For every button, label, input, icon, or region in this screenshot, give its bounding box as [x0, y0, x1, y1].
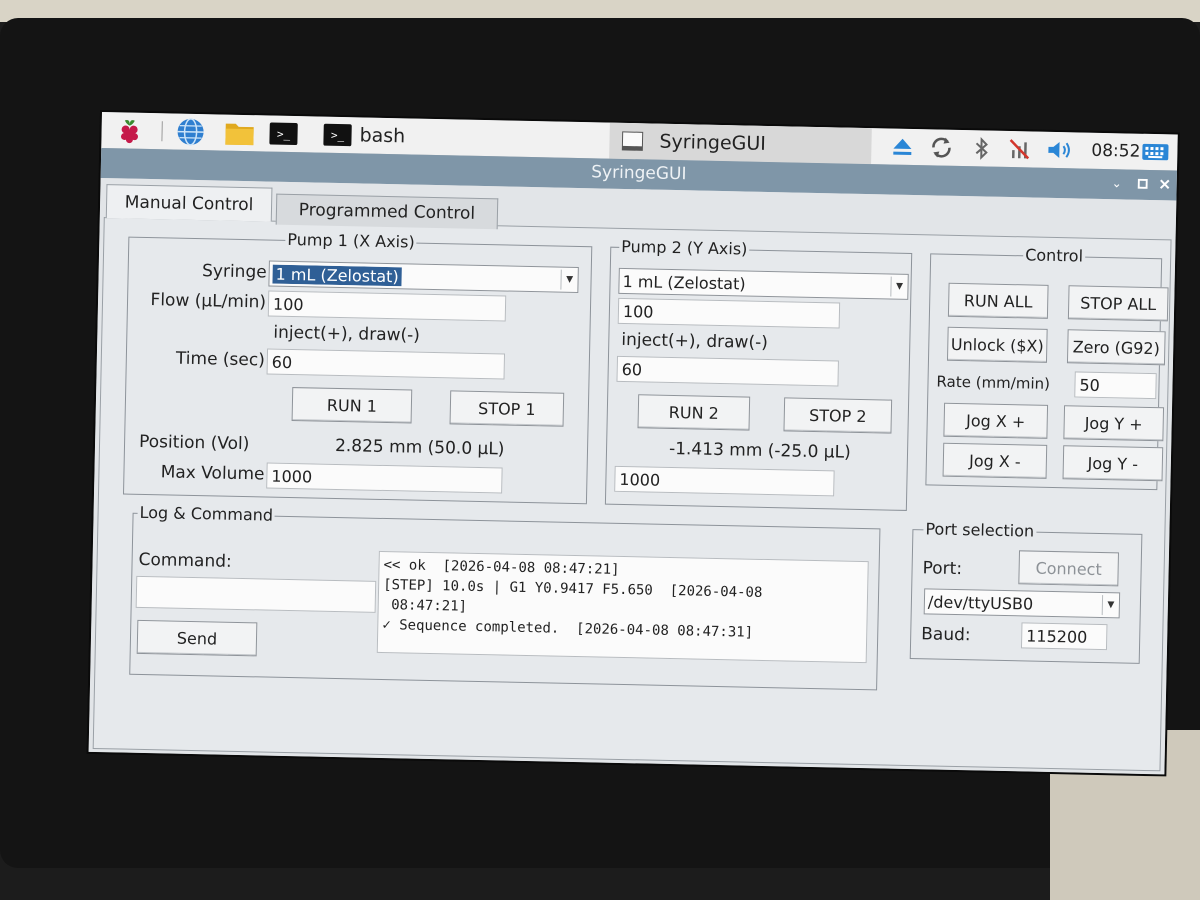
- terminal-icon[interactable]: >_: [269, 120, 298, 149]
- jog-y-minus-button[interactable]: Jog Y -: [1062, 445, 1164, 482]
- clock[interactable]: 08:52: [1091, 137, 1141, 166]
- port-selection-title: Port selection: [923, 519, 1037, 541]
- run1-button[interactable]: RUN 1: [291, 387, 413, 424]
- run2-button[interactable]: RUN 2: [637, 394, 751, 431]
- log-command-group: Log & Command Command: Send << ok [2026-…: [129, 502, 881, 691]
- zero-button[interactable]: Zero (G92): [1066, 329, 1166, 366]
- jog-x-plus-button[interactable]: Jog X +: [943, 402, 1049, 439]
- web-browser-icon[interactable]: [175, 118, 206, 147]
- window-client: Pump 1 (X Axis) Syringe 1 mL (Zelostat) …: [88, 177, 1177, 775]
- log-output[interactable]: << ok [2026-04-08 08:47:21] [STEP] 10.0s…: [376, 550, 869, 664]
- file-manager-icon[interactable]: [223, 119, 256, 148]
- close-icon[interactable]: [1157, 176, 1173, 192]
- pump2-hint: inject(+), draw(-): [621, 329, 769, 353]
- clock-label: 08:52: [1091, 140, 1141, 162]
- pump1-flow-label: Flow (µL/min): [150, 290, 267, 313]
- stop-all-button[interactable]: STOP ALL: [1067, 285, 1169, 322]
- maximize-icon[interactable]: [1135, 176, 1151, 192]
- pump1-maxvol-input[interactable]: 1000: [266, 462, 503, 494]
- pump2-time-input[interactable]: 60: [616, 355, 839, 387]
- tab-manual-control[interactable]: Manual Control: [105, 184, 273, 222]
- chevron-down-icon[interactable]: ⌄: [1109, 175, 1125, 191]
- pump1-maxvol-label: Max Volume: [160, 462, 265, 485]
- stop1-button[interactable]: STOP 1: [449, 390, 565, 427]
- command-label: Command:: [138, 549, 232, 572]
- unlock-button[interactable]: Unlock ($X): [946, 326, 1048, 363]
- network-disconnected-icon[interactable]: [1007, 135, 1032, 163]
- tab-panel-manual-control: Pump 1 (X Axis) Syringe 1 mL (Zelostat) …: [92, 217, 1172, 772]
- port-selection-group: Port selection Port: Connect /dev/ttyUSB…: [909, 519, 1143, 664]
- pump1-group: Pump 1 (X Axis) Syringe 1 mL (Zelostat) …: [122, 229, 593, 505]
- send-button[interactable]: Send: [136, 619, 258, 657]
- port-label: Port:: [922, 558, 963, 580]
- chevron-down-icon[interactable]: ▼: [1101, 595, 1120, 616]
- pump2-position-value: -1.413 mm (-25.0 µL): [668, 438, 851, 463]
- run-all-button[interactable]: RUN ALL: [947, 282, 1049, 319]
- pump1-time-input[interactable]: 60: [266, 348, 506, 380]
- updates-icon[interactable]: [929, 133, 954, 161]
- control-group: Control RUN ALL STOP ALL Unlock ($X) Zer…: [925, 245, 1169, 491]
- pump2-flow-input[interactable]: 100: [617, 297, 841, 329]
- control-title: Control: [1023, 245, 1086, 266]
- volume-icon[interactable]: [1045, 136, 1076, 165]
- port-value: /dev/ttyUSB0: [927, 591, 1034, 614]
- connect-button[interactable]: Connect: [1018, 550, 1120, 587]
- pump1-title: Pump 1 (X Axis): [285, 229, 417, 252]
- application-window-icon: [621, 131, 644, 151]
- bluetooth-icon[interactable]: [973, 134, 990, 162]
- pump1-position-label: Position (Vol): [138, 431, 250, 455]
- chevron-down-icon[interactable]: ▼: [560, 269, 578, 290]
- pump1-position-value: 2.825 mm (50.0 µL): [334, 435, 505, 460]
- taskbar-bash-label: bash: [359, 124, 406, 148]
- rate-label: Rate (mm/min): [936, 372, 1051, 393]
- keyboard-icon[interactable]: [1141, 138, 1170, 167]
- command-input[interactable]: [135, 575, 377, 613]
- taskbar-separator: [161, 121, 163, 142]
- baud-label: Baud:: [921, 624, 971, 646]
- log-command-title: Log & Command: [137, 502, 276, 525]
- jog-x-minus-button[interactable]: Jog X -: [942, 442, 1048, 479]
- tab-programmed-control[interactable]: Programmed Control: [275, 193, 499, 230]
- taskbar-bash-item[interactable]: >_ bash: [323, 121, 405, 151]
- stop2-button[interactable]: STOP 2: [783, 397, 893, 434]
- raspberry-menu-icon[interactable]: [115, 116, 144, 145]
- taskbar-window-label: SyringeGUI: [659, 130, 767, 155]
- pump2-syringe-select[interactable]: 1 mL (Zelostat) ▼: [618, 267, 909, 300]
- eject-icon[interactable]: [891, 133, 914, 161]
- pump1-syringe-select[interactable]: 1 mL (Zelostat) ▼: [268, 260, 579, 294]
- pump2-title: Pump 2 (Y Axis): [619, 236, 750, 259]
- jog-y-plus-button[interactable]: Jog Y +: [1063, 405, 1165, 442]
- baud-input[interactable]: 115200: [1020, 622, 1108, 651]
- rate-input[interactable]: 50: [1074, 371, 1157, 400]
- pump1-syringe-label: Syringe: [201, 261, 267, 283]
- pump1-time-label: Time (sec): [175, 348, 266, 371]
- pump1-flow-input[interactable]: 100: [267, 290, 507, 322]
- pump2-maxvol-input[interactable]: 1000: [614, 465, 835, 497]
- chevron-down-icon[interactable]: ▼: [890, 276, 908, 297]
- pump2-group: Pump 2 (Y Axis) 1 mL (Zelostat) ▼ 100 in…: [604, 236, 913, 511]
- pump2-syringe-value: 1 mL (Zelostat): [622, 271, 746, 294]
- terminal-icon: >_: [323, 123, 352, 147]
- taskbar-window-button[interactable]: SyringeGUI: [609, 122, 872, 165]
- screen: >_ >_ bash SyringeGUI 08:52 SyringeGUI ⌄…: [88, 112, 1178, 775]
- port-select[interactable]: /dev/ttyUSB0 ▼: [923, 588, 1121, 619]
- pump1-syringe-value: 1 mL (Zelostat): [272, 264, 402, 286]
- pump1-hint: inject(+), draw(-): [273, 322, 421, 346]
